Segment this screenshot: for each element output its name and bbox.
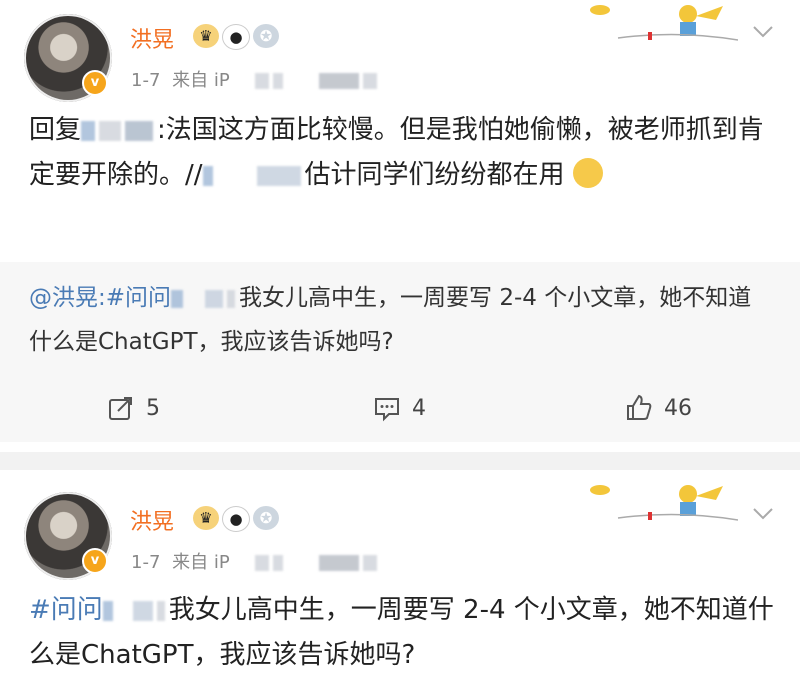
reply-tail-text: 估计同学们纷纷都在用 [304, 160, 565, 190]
post-body: #问问 我女儿高中生，一周要写 2-4 个小文章，她不知道什么是ChatGPT，我… [29, 588, 774, 678]
post-date: 1-7 [131, 552, 161, 573]
quoted-author-mention[interactable]: @洪晃: [29, 285, 106, 311]
reply-label: 回复 [29, 115, 82, 145]
medal-badge-icon: ✪ [253, 506, 279, 530]
little-prince-decoration-icon [590, 485, 738, 521]
badge-group: ♛ ● ✪ [193, 506, 279, 532]
crown-badge-icon: ♛ [193, 506, 219, 530]
verified-badge: v [82, 548, 108, 574]
author-name[interactable]: 洪晃 [130, 504, 174, 536]
post-card-2: v 洪晃 ♛ ● ✪ 1-7 来自 iP #问问 我女儿高中生，一周要写 2-4 … [0, 470, 800, 697]
share-count: 5 [146, 395, 160, 421]
hashtag-link[interactable]: #问问 [29, 595, 103, 625]
post-body: 回复:法国这方面比较慢。但是我怕她偷懒，被老师抓到肯定要开除的。//估计同学们纷… [29, 108, 774, 198]
little-prince-decoration-icon [590, 5, 738, 41]
quoted-post[interactable]: @洪晃:#问问 我女儿高中生，一周要写 2-4 个小文章，她不知道什么是ChatG… [0, 262, 800, 380]
chevron-down-icon [753, 508, 773, 520]
hashtag-link[interactable]: #问问 [106, 285, 171, 311]
quoted-text: @洪晃:#问问 我女儿高中生，一周要写 2-4 个小文章，她不知道什么是ChatG… [29, 276, 774, 364]
share-button[interactable]: 5 [106, 393, 160, 423]
badge-group: ♛ ● ✪ [193, 24, 279, 50]
action-bar: 5 4 46 [0, 380, 800, 442]
panda-badge-icon: ● [222, 24, 250, 50]
post-divider [0, 452, 800, 470]
more-menu-button[interactable] [752, 502, 774, 526]
share-icon [109, 397, 132, 420]
post-date: 1-7 [131, 70, 161, 91]
verified-badge: v [82, 70, 108, 96]
smirk-emoji-icon [572, 157, 603, 188]
like-button[interactable]: 46 [624, 393, 692, 423]
post-meta: 1-7 来自 iP [131, 66, 381, 92]
comment-button[interactable]: 4 [372, 393, 426, 423]
chevron-down-icon [753, 26, 773, 38]
comment-count: 4 [412, 395, 426, 421]
more-menu-button[interactable] [752, 20, 774, 44]
panda-badge-icon: ● [222, 506, 250, 532]
post-meta: 1-7 来自 iP [131, 548, 381, 574]
comment-icon [375, 398, 399, 422]
post-card-1: v 洪晃 ♛ ● ✪ 1-7 来自 iP 回复:法国这方面比较慢。但是我怕她偷懒… [0, 0, 800, 460]
like-count: 46 [664, 395, 692, 421]
post-source: 来自 iP [172, 70, 230, 91]
crown-badge-icon: ♛ [193, 24, 219, 48]
post-source: 来自 iP [172, 552, 230, 573]
like-icon [627, 394, 652, 420]
medal-badge-icon: ✪ [253, 24, 279, 48]
author-name[interactable]: 洪晃 [130, 22, 174, 54]
